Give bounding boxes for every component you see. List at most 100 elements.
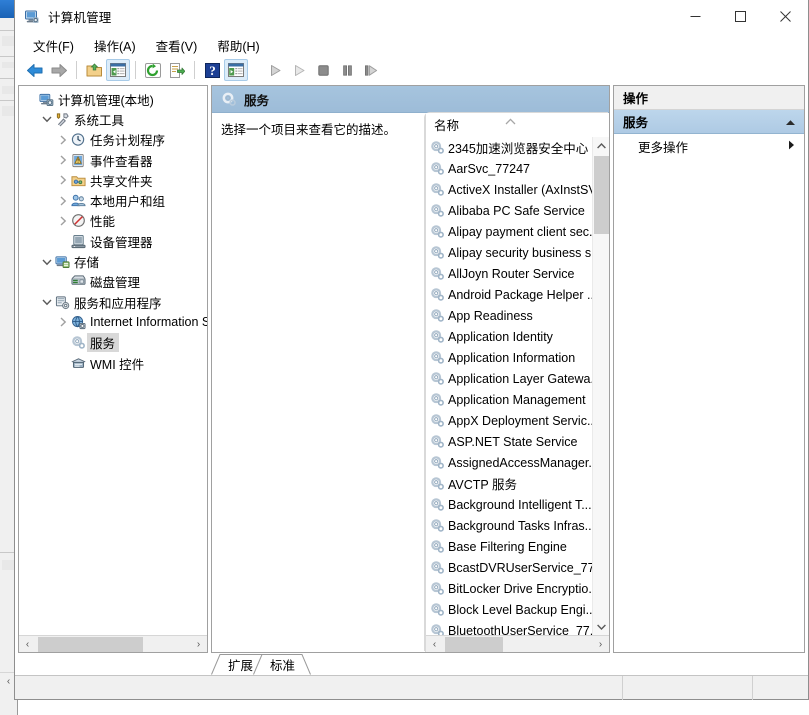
- pause-service-button[interactable]: [335, 59, 359, 81]
- services-hscroll-thumb[interactable]: [445, 637, 503, 652]
- help-button[interactable]: ?: [200, 59, 224, 81]
- tree-item-6[interactable]: 性能: [19, 211, 207, 231]
- chevron-down-icon[interactable]: [39, 258, 54, 266]
- menu-view[interactable]: 查看(V): [146, 33, 208, 58]
- service-list-item[interactable]: 2345加速浏览器安全中心: [426, 137, 592, 158]
- export-list-button[interactable]: [165, 59, 189, 81]
- window-title: 计算机管理: [48, 7, 112, 26]
- service-list-item[interactable]: Application Layer Gatewa..: [426, 368, 592, 389]
- statusbar-section-a: [623, 676, 753, 700]
- services-hscroll-right-arrow[interactable]: ›: [592, 636, 609, 652]
- service-list-item[interactable]: BluetoothUserService_77...: [426, 620, 592, 635]
- iis-icon: [70, 315, 87, 330]
- services-horizontal-scrollbar[interactable]: ‹ ›: [426, 635, 609, 652]
- tree-hscroll-track[interactable]: [36, 636, 190, 653]
- tree-item-10[interactable]: 服务和应用程序: [19, 292, 207, 312]
- services-hscroll-left-arrow[interactable]: ‹: [426, 636, 443, 652]
- tree-item-12[interactable]: 服务: [19, 333, 207, 353]
- action-more-actions-label: 更多操作: [638, 137, 688, 156]
- services-hscroll-track[interactable]: [443, 636, 592, 653]
- vscroll-down-arrow[interactable]: [593, 618, 610, 635]
- vscroll-up-arrow[interactable]: [593, 137, 610, 154]
- show-hide-action-pane-button[interactable]: [224, 59, 248, 81]
- close-button[interactable]: [763, 0, 808, 33]
- chevron-right-icon[interactable]: [55, 135, 70, 145]
- vscroll-thumb[interactable]: [594, 156, 609, 234]
- services-list-header[interactable]: 名称: [426, 113, 609, 137]
- chevron-right-icon[interactable]: [55, 317, 70, 327]
- tree-item-13[interactable]: WMI 控件: [19, 353, 207, 373]
- minimize-button[interactable]: [673, 0, 718, 33]
- service-list-item[interactable]: AVCTP 服务: [426, 473, 592, 494]
- menu-help[interactable]: 帮助(H): [207, 33, 269, 58]
- service-list-item[interactable]: Alipay security business s..: [426, 242, 592, 263]
- service-gear-icon: [430, 455, 447, 470]
- service-list-item[interactable]: Android Package Helper ..: [426, 284, 592, 305]
- show-hide-tree-button[interactable]: [106, 59, 130, 81]
- service-list-item[interactable]: AppX Deployment Servic...: [426, 410, 592, 431]
- tree-item-8[interactable]: 存储: [19, 251, 207, 271]
- tree-item-label: WMI 控件: [87, 354, 144, 373]
- chevron-right-icon[interactable]: [55, 216, 70, 226]
- tree-item-0[interactable]: 计算机管理(本地): [19, 89, 207, 109]
- back-button[interactable]: [23, 59, 47, 81]
- action-more-actions[interactable]: 更多操作: [614, 134, 804, 158]
- service-list-item[interactable]: Block Level Backup Engi...: [426, 599, 592, 620]
- service-list-item[interactable]: Background Tasks Infras..: [426, 515, 592, 536]
- services-list[interactable]: 2345加速浏览器安全中心AarSvc_77247ActiveX Install…: [426, 137, 592, 635]
- menu-action[interactable]: 操作(A): [84, 33, 146, 58]
- service-list-item[interactable]: AarSvc_77247: [426, 158, 592, 179]
- refresh-button[interactable]: [141, 59, 165, 81]
- service-name: Alibaba PC Safe Service: [447, 204, 585, 218]
- tab-standard[interactable]: 标准: [253, 654, 311, 675]
- tree-item-1[interactable]: 系统工具: [19, 109, 207, 129]
- service-list-item[interactable]: BitLocker Drive Encryptio..: [426, 578, 592, 599]
- tree-hscroll-right-arrow[interactable]: ›: [190, 636, 207, 652]
- chevron-right-icon[interactable]: [55, 155, 70, 165]
- resume-service-button[interactable]: [287, 59, 311, 81]
- tree-item-2[interactable]: 任务计划程序: [19, 130, 207, 150]
- service-list-item[interactable]: Alipay payment client sec..: [426, 221, 592, 242]
- service-name: Block Level Backup Engi...: [447, 603, 592, 617]
- up-one-level-button[interactable]: [82, 59, 106, 81]
- service-list-item[interactable]: Background Intelligent T...: [426, 494, 592, 515]
- service-list-item[interactable]: AssignedAccessManager..: [426, 452, 592, 473]
- tree-item-7[interactable]: 设备管理器: [19, 231, 207, 251]
- service-list-item[interactable]: Alibaba PC Safe Service: [426, 200, 592, 221]
- chevron-down-icon[interactable]: [39, 298, 54, 306]
- tree-item-5[interactable]: 本地用户和组: [19, 190, 207, 210]
- service-list-item[interactable]: Application Identity: [426, 326, 592, 347]
- toolbar-separator: [194, 61, 195, 79]
- tree-hscroll-thumb[interactable]: [38, 637, 143, 652]
- tree-horizontal-scrollbar[interactable]: ‹ ›: [19, 635, 207, 652]
- titlebar[interactable]: 计算机管理: [15, 0, 808, 33]
- service-list-item[interactable]: ASP.NET State Service: [426, 431, 592, 452]
- forward-button[interactable]: [47, 59, 71, 81]
- chevron-up-icon[interactable]: [785, 115, 796, 129]
- menu-file[interactable]: 文件(F): [23, 33, 84, 58]
- service-list-item[interactable]: ActiveX Installer (AxInstSV): [426, 179, 592, 200]
- vscroll-track[interactable]: [593, 154, 610, 618]
- tree-item-11[interactable]: Internet Information S: [19, 312, 207, 332]
- start-service-button[interactable]: [263, 59, 287, 81]
- service-list-item[interactable]: App Readiness: [426, 305, 592, 326]
- service-list-item[interactable]: Application Information: [426, 347, 592, 368]
- chevron-right-icon[interactable]: [55, 175, 70, 185]
- tree-item-9[interactable]: 磁盘管理: [19, 272, 207, 292]
- column-header-name[interactable]: 名称: [434, 115, 459, 137]
- service-list-item[interactable]: AllJoyn Router Service: [426, 263, 592, 284]
- service-list-item[interactable]: Base Filtering Engine: [426, 536, 592, 557]
- tree-item-3[interactable]: 事件查看器: [19, 150, 207, 170]
- actions-group-services[interactable]: 服务: [614, 110, 804, 134]
- service-gear-icon: [430, 497, 447, 512]
- stop-service-button[interactable]: [311, 59, 335, 81]
- service-list-item[interactable]: Application Management: [426, 389, 592, 410]
- tree-hscroll-left-arrow[interactable]: ‹: [19, 636, 36, 652]
- chevron-down-icon[interactable]: [39, 115, 54, 123]
- maximize-button[interactable]: [718, 0, 763, 33]
- tree-item-4[interactable]: 共享文件夹: [19, 170, 207, 190]
- restart-service-button[interactable]: [359, 59, 383, 81]
- service-list-item[interactable]: BcastDVRUserService_77...: [426, 557, 592, 578]
- chevron-right-icon[interactable]: [55, 196, 70, 206]
- services-vertical-scrollbar[interactable]: [592, 137, 609, 635]
